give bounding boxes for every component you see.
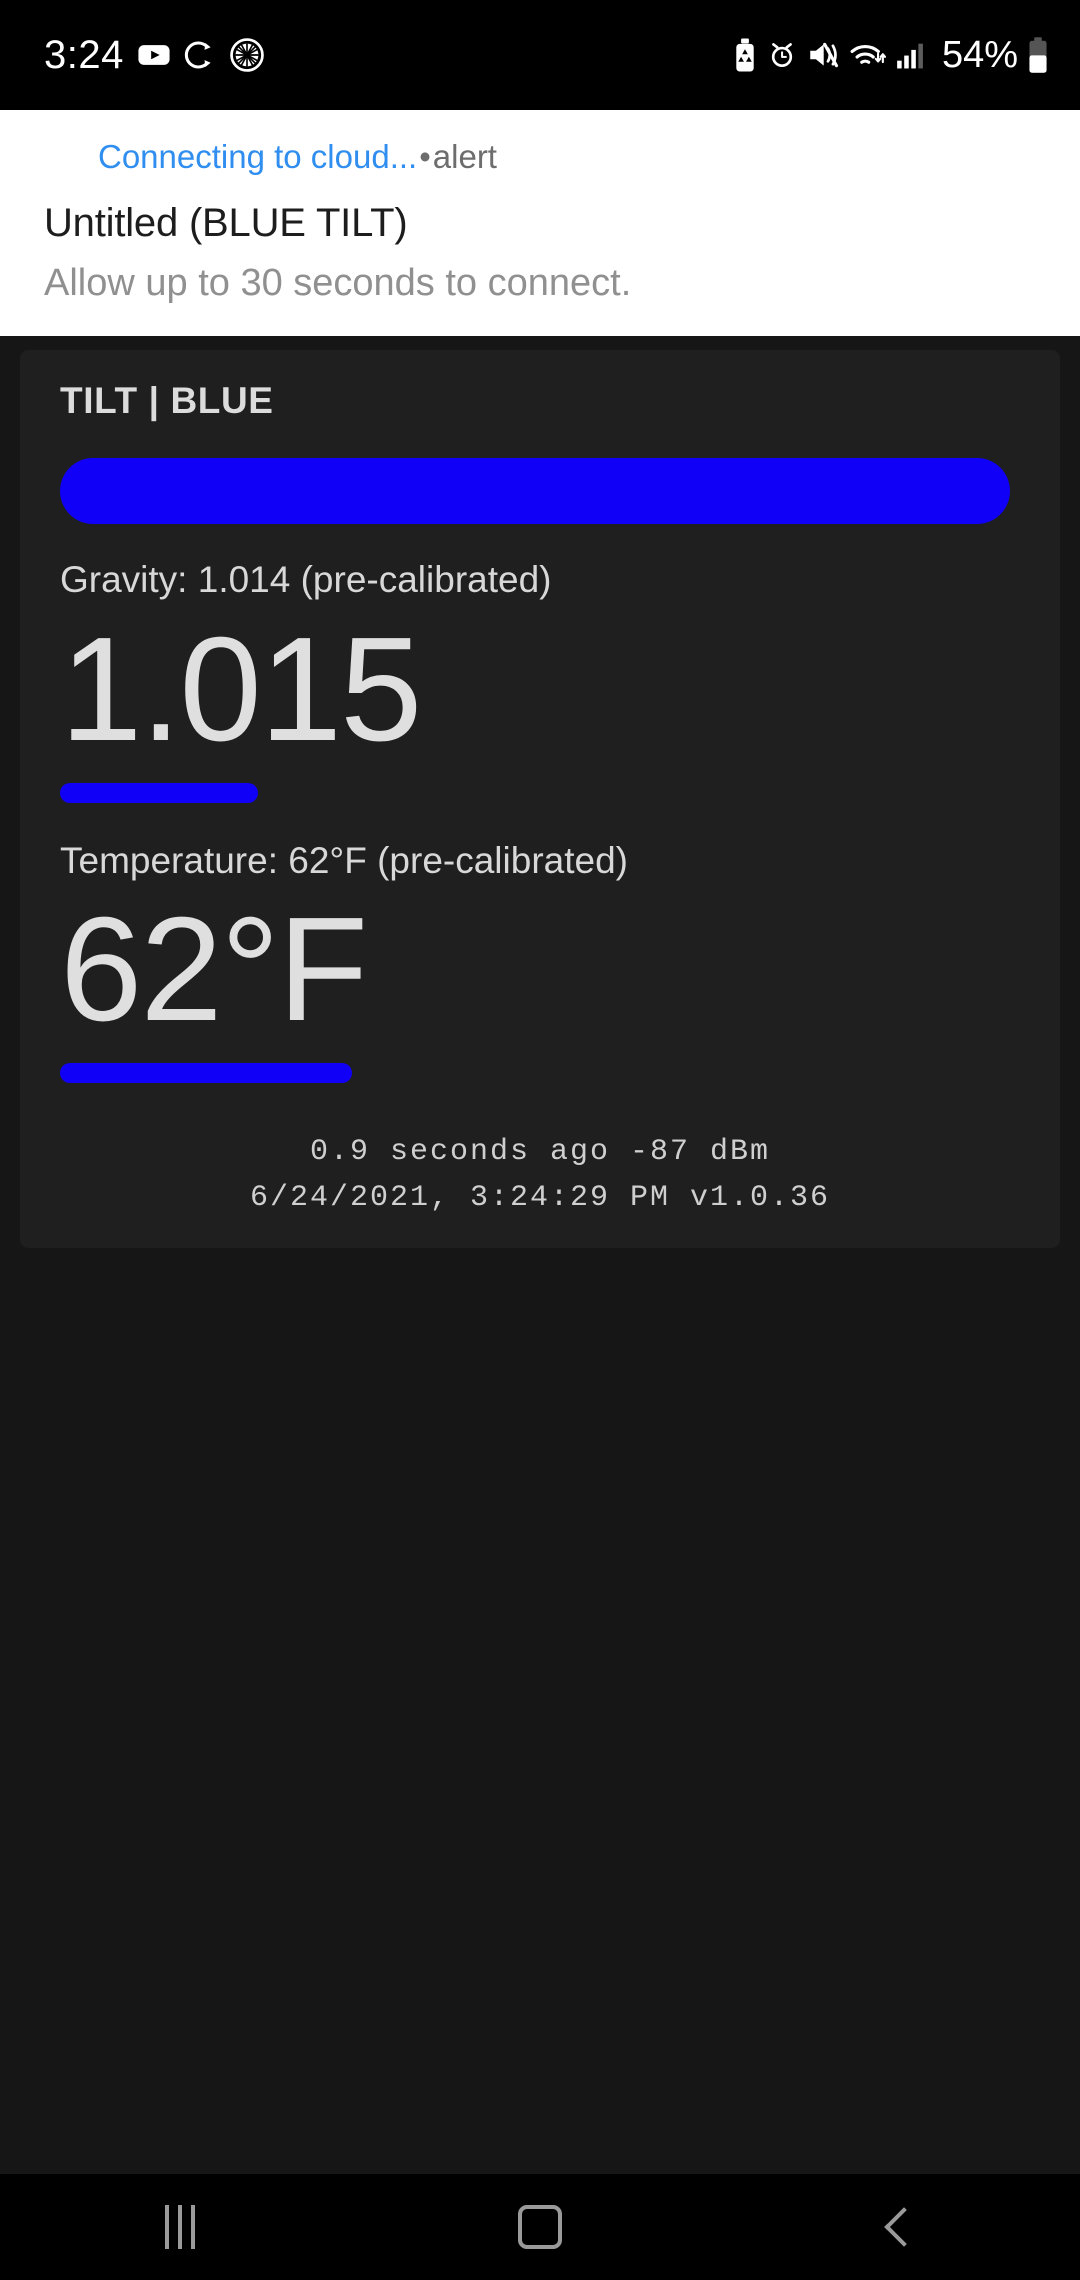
sanitizer-bottle-icon (736, 38, 754, 72)
footer-elapsed-signal: 0.9 seconds ago -87 dBm (309, 1134, 771, 1169)
card-title: TILT | BLUE (60, 380, 274, 422)
alert-status-line: Connecting to cloud...•alert (44, 136, 1036, 179)
citrus-wheel-icon (230, 38, 264, 72)
status-bar-right: 54% (732, 34, 1050, 77)
alert-tag-label: alert (432, 138, 497, 175)
gravity-label: Gravity: 1.014 (pre-calibrated) (60, 559, 552, 601)
nav-recents-button[interactable] (80, 2174, 280, 2280)
connection-header: Connecting to cloud...•alert Untitled (B… (0, 110, 1080, 337)
status-clock: 3:24 (44, 32, 124, 77)
recents-icon (165, 2205, 195, 2249)
mute-vibrate-icon (810, 42, 838, 68)
temperature-accent-underline (60, 1062, 352, 1083)
status-bar-left: 3:24 (44, 33, 265, 78)
sync-rotate-icon (184, 41, 211, 69)
youtube-icon (138, 45, 170, 65)
wifi-icon (850, 44, 886, 64)
gravity-value: 1.015 (60, 606, 422, 772)
tilt-device-card[interactable]: TILT | BLUE Gravity: 1.014 (pre-calibrat… (20, 350, 1060, 1248)
cellular-signal-icon (897, 43, 923, 69)
card-footer: 0.9 seconds ago -87 dBm 6/24/2021, 3:24:… (60, 1119, 1020, 1222)
back-chevron-icon (884, 2207, 924, 2247)
page-subtitle: Allow up to 30 seconds to connect. (44, 261, 632, 304)
battery-percent-label: 54% (941, 33, 1018, 76)
home-icon (518, 2205, 562, 2249)
battery-icon (1029, 37, 1047, 73)
alarm-clock-icon (771, 43, 793, 67)
status-bar: 3:24 54% (0, 0, 1080, 110)
alert-separator: • (419, 138, 431, 175)
phone-screen: 3:24 54% Connecting to cloud...•alert Un… (0, 0, 1080, 2280)
temperature-label: Temperature: 62°F (pre-calibrated) (60, 839, 628, 881)
temperature-value: 62°F (60, 887, 368, 1053)
nav-back-button[interactable] (800, 2174, 1000, 2280)
nav-home-button[interactable] (440, 2174, 640, 2280)
device-color-banner (60, 458, 1010, 525)
gravity-accent-underline (60, 782, 258, 803)
main-content: TILT | BLUE Gravity: 1.014 (pre-calibrat… (0, 336, 1080, 2174)
footer-timestamp-version: 6/24/2021, 3:24:29 PM v1.0.36 (249, 1181, 831, 1216)
page-title: Untitled (BLUE TILT) (44, 200, 408, 245)
connecting-status-link[interactable]: Connecting to cloud... (98, 138, 417, 175)
system-navigation-bar (0, 2174, 1080, 2280)
